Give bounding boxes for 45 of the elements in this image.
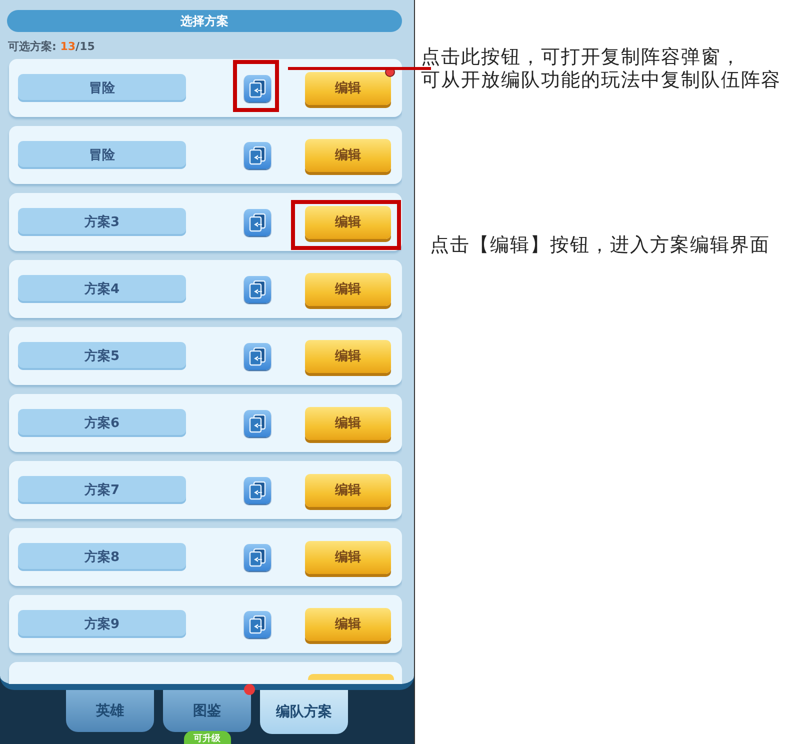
copy-icon xyxy=(249,414,266,432)
plan-name: 方案9 xyxy=(18,610,186,638)
copy-button[interactable] xyxy=(244,610,271,638)
upgrade-badge: 可升级 xyxy=(184,731,230,744)
plan-name: 方案5 xyxy=(18,342,186,370)
copy-button[interactable] xyxy=(244,342,271,370)
copy-icon xyxy=(249,480,266,500)
plan-count: 可选方案: 13/15 xyxy=(8,39,96,55)
plan-name: 方案6 xyxy=(18,409,186,437)
copy-button[interactable] xyxy=(244,410,271,436)
copy-button[interactable] xyxy=(244,544,271,570)
copy-icon xyxy=(249,280,266,298)
plan-name: 方案7 xyxy=(18,476,186,504)
copy-button[interactable] xyxy=(244,74,271,102)
copy-button[interactable] xyxy=(244,476,271,504)
edit-button[interactable]: 编辑 xyxy=(305,608,391,640)
copy-button[interactable] xyxy=(244,208,271,236)
edit-button[interactable]: 编辑 xyxy=(305,272,391,306)
edit-button[interactable]: 编辑 xyxy=(305,406,391,440)
annotation-text: 点击【编辑】按钮，进入方案编辑界面 xyxy=(430,234,770,257)
plan-name: 冒险 xyxy=(18,74,186,102)
edit-button[interactable]: 编辑 xyxy=(305,340,391,372)
copy-button[interactable] xyxy=(244,142,271,168)
copy-icon xyxy=(249,346,266,366)
edit-button[interactable]: 编辑 xyxy=(305,540,391,574)
copy-icon xyxy=(249,212,266,232)
annotation-text: 点击此按钮，可打开复制阵容弹窗， xyxy=(421,46,741,69)
plan-name: 方案4 xyxy=(18,275,186,303)
copy-icon xyxy=(249,548,266,566)
edit-button[interactable]: 编辑 xyxy=(305,72,391,104)
copy-icon xyxy=(249,146,266,164)
plan-name: 方案3 xyxy=(18,208,186,236)
nav-tab[interactable]: 编队方案 xyxy=(260,690,348,734)
nav-tab[interactable]: 英雄 xyxy=(66,690,154,732)
edit-button[interactable]: 编辑 xyxy=(305,206,391,238)
annotation-text: 可从开放编队功能的玩法中复制队伍阵容 xyxy=(421,69,781,92)
panel-title: 选择方案 xyxy=(7,10,402,32)
copy-button[interactable] xyxy=(244,276,271,302)
plan-name: 方案8 xyxy=(18,543,186,571)
edit-button[interactable]: 编辑 xyxy=(305,474,391,506)
copy-icon xyxy=(249,78,266,98)
nav-tab[interactable]: 图鉴 xyxy=(163,690,251,732)
edit-button[interactable]: 编辑 xyxy=(305,138,391,172)
copy-icon xyxy=(249,614,266,634)
plan-name: 冒险 xyxy=(18,141,186,169)
